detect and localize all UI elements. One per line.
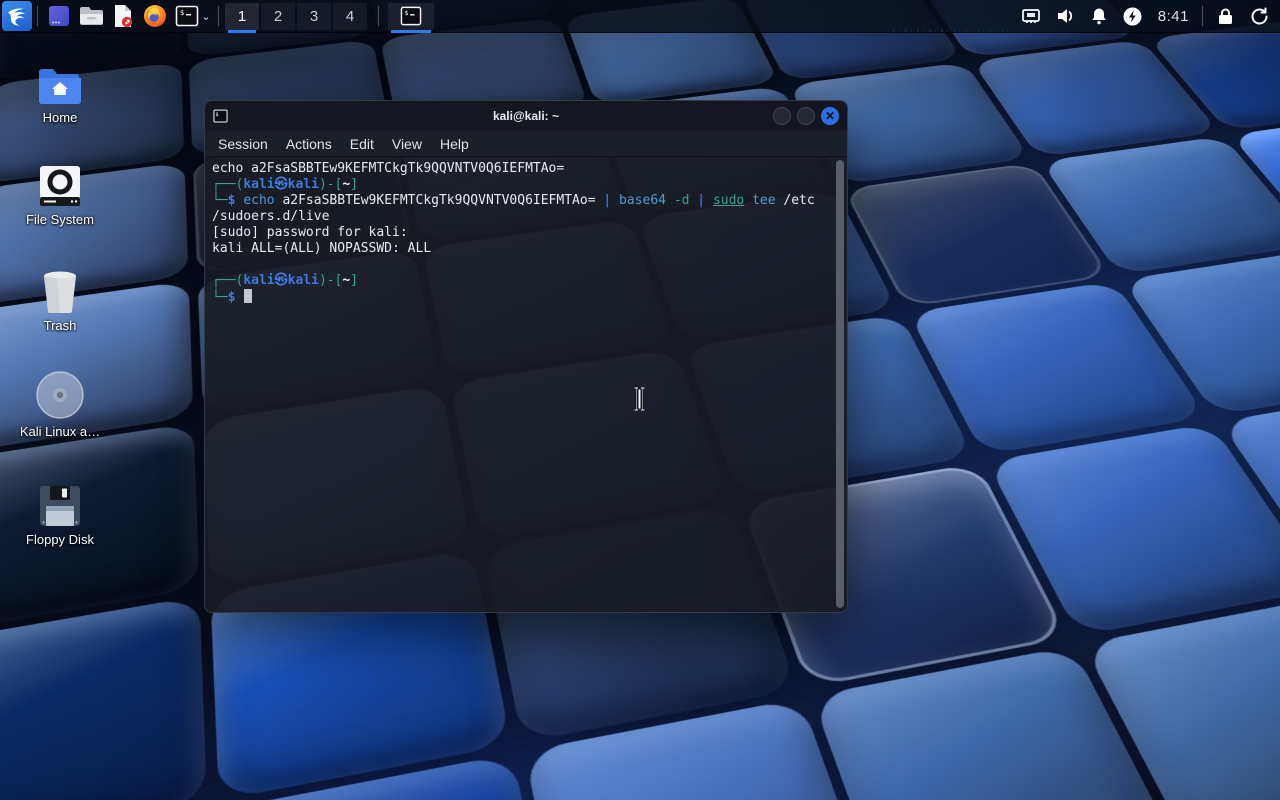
workspace-button-4[interactable]: 4 (333, 2, 367, 30)
scrollbar-handle[interactable] (836, 160, 844, 608)
terminal-line: ┌──(kali㉿kali)-[~] (212, 273, 359, 288)
trash-icon (8, 264, 112, 314)
terminal-line: [sudo] password for kali: (212, 225, 408, 240)
terminal-line: └─$ (212, 289, 829, 306)
desktop-icon-floppy-disk[interactable]: Floppy Disk (8, 478, 112, 547)
volume-icon[interactable] (1048, 1, 1082, 31)
menu-item-edit[interactable]: Edit (341, 136, 383, 152)
top-panel: $ ⌄ 1234 $ 8:41 (0, 0, 1280, 33)
panel-separator (218, 6, 219, 26)
terminal-icon: $ (400, 6, 422, 26)
launcher-text-editor[interactable] (107, 1, 139, 31)
lock-icon[interactable] (1208, 1, 1242, 31)
workspace-pager: 1234 (224, 2, 368, 33)
terminal-window: $ kali@kali: ~ ✕ Session Actions Edit View H… (204, 100, 848, 613)
firefox-icon (144, 5, 166, 27)
floppy-disk-icon (8, 478, 112, 528)
panel-separator (1202, 6, 1203, 26)
logout-icon[interactable] (1242, 1, 1276, 31)
terminal-content[interactable]: echo a2FsaSBBTEw9KEFMTCkgTk9QQVNTV0Q6IEF… (205, 157, 847, 612)
workspace-button-1[interactable]: 1 (225, 2, 259, 33)
desktop-icon-label: Kali Linux a… (19, 424, 101, 439)
panel-separator (37, 6, 38, 26)
workspace-button-3[interactable]: 3 (297, 2, 331, 30)
applications-menu-button[interactable] (2, 1, 32, 31)
kali-cd-icon (8, 370, 112, 420)
terminal-line: ┌──(kali㉿kali)-[~] (212, 177, 359, 192)
menu-item-view[interactable]: View (383, 136, 431, 152)
terminal-line: └─$ echo a2FsaSBBTEw9KEFMTCkgTk9QQVNTV0Q… (212, 193, 815, 208)
desktop-icon-kali-cd[interactable]: Kali Linux a… (8, 370, 112, 439)
file-manager-icon (79, 7, 103, 25)
desktop-icon-label: File System (26, 212, 94, 227)
terminal-icon: $ (175, 5, 199, 27)
svg-text:$: $ (216, 112, 219, 118)
menu-item-help[interactable]: Help (431, 136, 478, 152)
terminal-menu-bar: Session Actions Edit View Help (205, 131, 847, 157)
desktop-icon-trash[interactable]: Trash (8, 264, 112, 333)
clock[interactable]: 8:41 (1150, 8, 1197, 25)
menu-item-session[interactable]: Session (209, 136, 277, 152)
text-editor-icon (115, 5, 133, 28)
launcher-firefox[interactable] (139, 1, 171, 31)
terminal-line: echo a2FsaSBBTEw9KEFMTCkgTk9QQVNTV0Q6IEF… (212, 161, 565, 176)
launcher-file-manager[interactable] (75, 1, 107, 31)
svg-text:$: $ (405, 10, 409, 17)
kali-dragon-icon (8, 8, 25, 26)
menu-item-actions[interactable]: Actions (277, 136, 341, 152)
desktop-icon-label: Trash (43, 318, 77, 333)
file-system-drive-icon (8, 158, 112, 208)
desktop-icon-home[interactable]: Home (8, 56, 112, 125)
close-button[interactable]: ✕ (821, 107, 839, 125)
svg-text:$: $ (180, 9, 184, 17)
power-manager-icon[interactable] (1116, 1, 1150, 31)
network-icon[interactable] (1014, 1, 1048, 31)
minimize-button[interactable] (773, 107, 791, 125)
taskbar-item-terminal[interactable]: $ (388, 2, 434, 33)
workspace-button-2[interactable]: 2 (261, 2, 295, 30)
panel-separator (378, 6, 379, 26)
launcher-window-app[interactable] (43, 1, 75, 31)
maximize-button[interactable] (797, 107, 815, 125)
close-icon: ✕ (824, 109, 836, 123)
chevron-down-icon[interactable]: ⌄ (199, 10, 213, 23)
window-title-bar[interactable]: $ kali@kali: ~ ✕ (205, 101, 847, 131)
notification-bell-icon[interactable] (1082, 1, 1116, 31)
terminal-line: /sudoers.d/live (212, 209, 330, 224)
desktop-icon-file-system[interactable]: File System (8, 158, 112, 227)
window-terminal-icon: $ (213, 109, 228, 123)
home-folder-icon (8, 56, 112, 106)
window-title: kali@kali: ~ (492, 109, 560, 123)
desktop-icon-label: Home (42, 110, 78, 125)
terminal-block-cursor (244, 289, 253, 303)
window-app-icon (49, 6, 69, 26)
desktop-icon-label: Floppy Disk (26, 532, 94, 547)
terminal-line: kali ALL=(ALL) NOPASSWD: ALL (212, 241, 432, 256)
